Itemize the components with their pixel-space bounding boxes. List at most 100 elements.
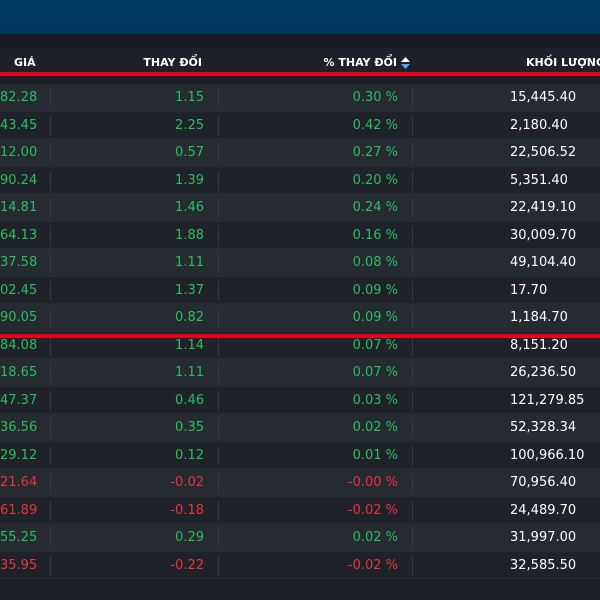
price-cell: 18.65 bbox=[0, 365, 38, 380]
change-cell: 1.46 bbox=[175, 200, 204, 215]
column-divider bbox=[218, 308, 219, 328]
price-cell: 37.58 bbox=[0, 255, 38, 270]
price-cell: 14.81 bbox=[0, 200, 38, 215]
table-row[interactable]: 43.45 2.25 0.42 % 2,180.40 bbox=[0, 111, 600, 139]
table-row[interactable]: 90.05 0.82 0.09 % 1,184.70 bbox=[0, 304, 600, 332]
volume-cell: 15,445.40 bbox=[510, 90, 577, 105]
table-row[interactable]: 18.65 1.11 0.07 % 26,236.50 bbox=[0, 359, 600, 387]
column-divider bbox=[50, 418, 51, 438]
table-row[interactable]: 82.28 1.15 0.30 % 15,445.40 bbox=[0, 84, 600, 112]
volume-cell: 17.70 bbox=[510, 282, 548, 298]
pct-change-cell: 0.16 % bbox=[352, 227, 398, 243]
header-price[interactable]: GIÁ bbox=[14, 56, 36, 69]
pct-change-cell: 0.30 % bbox=[352, 90, 398, 105]
price-cell: 90.05 bbox=[0, 310, 38, 325]
column-divider bbox=[218, 473, 219, 493]
change-cell: 1.37 bbox=[175, 282, 204, 298]
column-divider bbox=[50, 308, 51, 328]
column-divider bbox=[218, 115, 219, 136]
column-divider bbox=[412, 445, 413, 466]
change-cell: -0.02 bbox=[170, 475, 204, 490]
table-row[interactable]: 64.13 1.88 0.16 % 30,009.70 bbox=[0, 221, 600, 249]
column-divider bbox=[218, 528, 219, 548]
volume-cell: 70,956.40 bbox=[510, 475, 577, 490]
column-divider bbox=[50, 143, 51, 163]
table-row[interactable]: 02.45 1.37 0.09 % 17.70 bbox=[0, 276, 600, 304]
column-divider bbox=[412, 253, 413, 273]
volume-cell: 52,328.34 bbox=[510, 420, 577, 435]
pct-change-cell: 0.07 % bbox=[352, 365, 398, 380]
header-pct-label: % THAY ĐỔI bbox=[323, 56, 397, 69]
volume-cell: 24,489.70 bbox=[510, 502, 577, 518]
change-cell: 0.82 bbox=[175, 310, 204, 325]
price-cell: 43.45 bbox=[0, 117, 38, 133]
column-divider bbox=[50, 170, 51, 191]
table-row[interactable]: 29.12 0.12 0.01 % 100,966.10 bbox=[0, 441, 600, 469]
column-divider bbox=[412, 198, 413, 218]
column-divider bbox=[50, 500, 51, 521]
column-divider bbox=[218, 88, 219, 108]
column-divider bbox=[218, 280, 219, 301]
table-row[interactable]: 47.37 0.46 0.03 % 121,279.85 bbox=[0, 386, 600, 414]
column-divider bbox=[50, 115, 51, 136]
pct-change-cell: 0.09 % bbox=[352, 310, 398, 325]
header-pct-change[interactable]: % THAY ĐỔI bbox=[324, 56, 410, 69]
header-volume[interactable]: KHỐI LƯỢNG bbox=[526, 56, 600, 69]
price-cell: 61.89 bbox=[0, 502, 38, 518]
column-divider bbox=[412, 500, 413, 521]
column-divider bbox=[218, 500, 219, 521]
change-cell: 0.46 bbox=[175, 392, 204, 408]
table-row[interactable]: 14.81 1.46 0.24 % 22,419.10 bbox=[0, 194, 600, 222]
column-divider bbox=[218, 335, 219, 356]
change-cell: 1.88 bbox=[175, 227, 204, 243]
column-divider bbox=[50, 198, 51, 218]
pct-change-cell: -0.00 % bbox=[347, 475, 398, 490]
pct-change-cell: 0.09 % bbox=[352, 282, 398, 298]
column-divider bbox=[412, 363, 413, 383]
price-cell: 36.56 bbox=[0, 420, 38, 435]
pct-change-cell: 0.27 % bbox=[352, 145, 398, 160]
table-row[interactable]: 12.00 0.57 0.27 % 22,506.52 bbox=[0, 139, 600, 167]
table-row[interactable]: 37.58 1.11 0.08 % 49,104.40 bbox=[0, 249, 600, 277]
table-row[interactable]: 35.95 -0.22 -0.02 % 32,585.50 bbox=[0, 551, 600, 579]
column-divider bbox=[50, 335, 51, 356]
pct-change-cell: 0.02 % bbox=[352, 530, 398, 545]
volume-cell: 22,506.52 bbox=[510, 145, 577, 160]
header-change[interactable]: THAY ĐỔI bbox=[143, 56, 202, 69]
column-divider bbox=[412, 280, 413, 301]
column-divider bbox=[50, 88, 51, 108]
volume-cell: 5,351.40 bbox=[510, 172, 568, 188]
price-cell: 90.24 bbox=[0, 172, 38, 188]
table-row[interactable]: 55.25 0.29 0.02 % 31,997.00 bbox=[0, 524, 600, 552]
sort-up-down-icon[interactable] bbox=[401, 56, 410, 69]
pct-change-cell: 0.08 % bbox=[352, 255, 398, 270]
price-cell: 12.00 bbox=[0, 145, 38, 160]
table-row[interactable]: 61.89 -0.18 -0.02 % 24,489.70 bbox=[0, 496, 600, 524]
table-row[interactable]: 36.56 0.35 0.02 % 52,328.34 bbox=[0, 414, 600, 442]
volume-cell: 26,236.50 bbox=[510, 365, 577, 380]
column-divider bbox=[218, 363, 219, 383]
column-divider bbox=[412, 528, 413, 548]
column-divider bbox=[50, 528, 51, 548]
table-row[interactable]: 90.24 1.39 0.20 % 5,351.40 bbox=[0, 166, 600, 194]
change-cell: 1.11 bbox=[175, 365, 204, 380]
column-divider bbox=[50, 225, 51, 246]
price-cell: 64.13 bbox=[0, 227, 38, 243]
volume-cell: 31,997.00 bbox=[510, 530, 577, 545]
pct-change-cell: 0.42 % bbox=[352, 117, 398, 133]
pct-change-cell: 0.24 % bbox=[352, 200, 398, 215]
pct-change-cell: -0.02 % bbox=[347, 502, 398, 518]
column-divider bbox=[218, 198, 219, 218]
column-divider bbox=[412, 170, 413, 191]
column-divider bbox=[218, 225, 219, 246]
column-divider bbox=[50, 473, 51, 493]
column-divider bbox=[412, 308, 413, 328]
volume-cell: 121,279.85 bbox=[510, 392, 585, 408]
price-cell: 82.28 bbox=[0, 90, 38, 105]
column-divider bbox=[412, 143, 413, 163]
top-gap bbox=[0, 34, 600, 48]
column-divider bbox=[50, 555, 51, 576]
table-row[interactable]: 21.64 -0.02 -0.00 % 70,956.40 bbox=[0, 469, 600, 497]
volume-cell: 32,585.50 bbox=[510, 557, 577, 573]
column-divider bbox=[412, 335, 413, 356]
